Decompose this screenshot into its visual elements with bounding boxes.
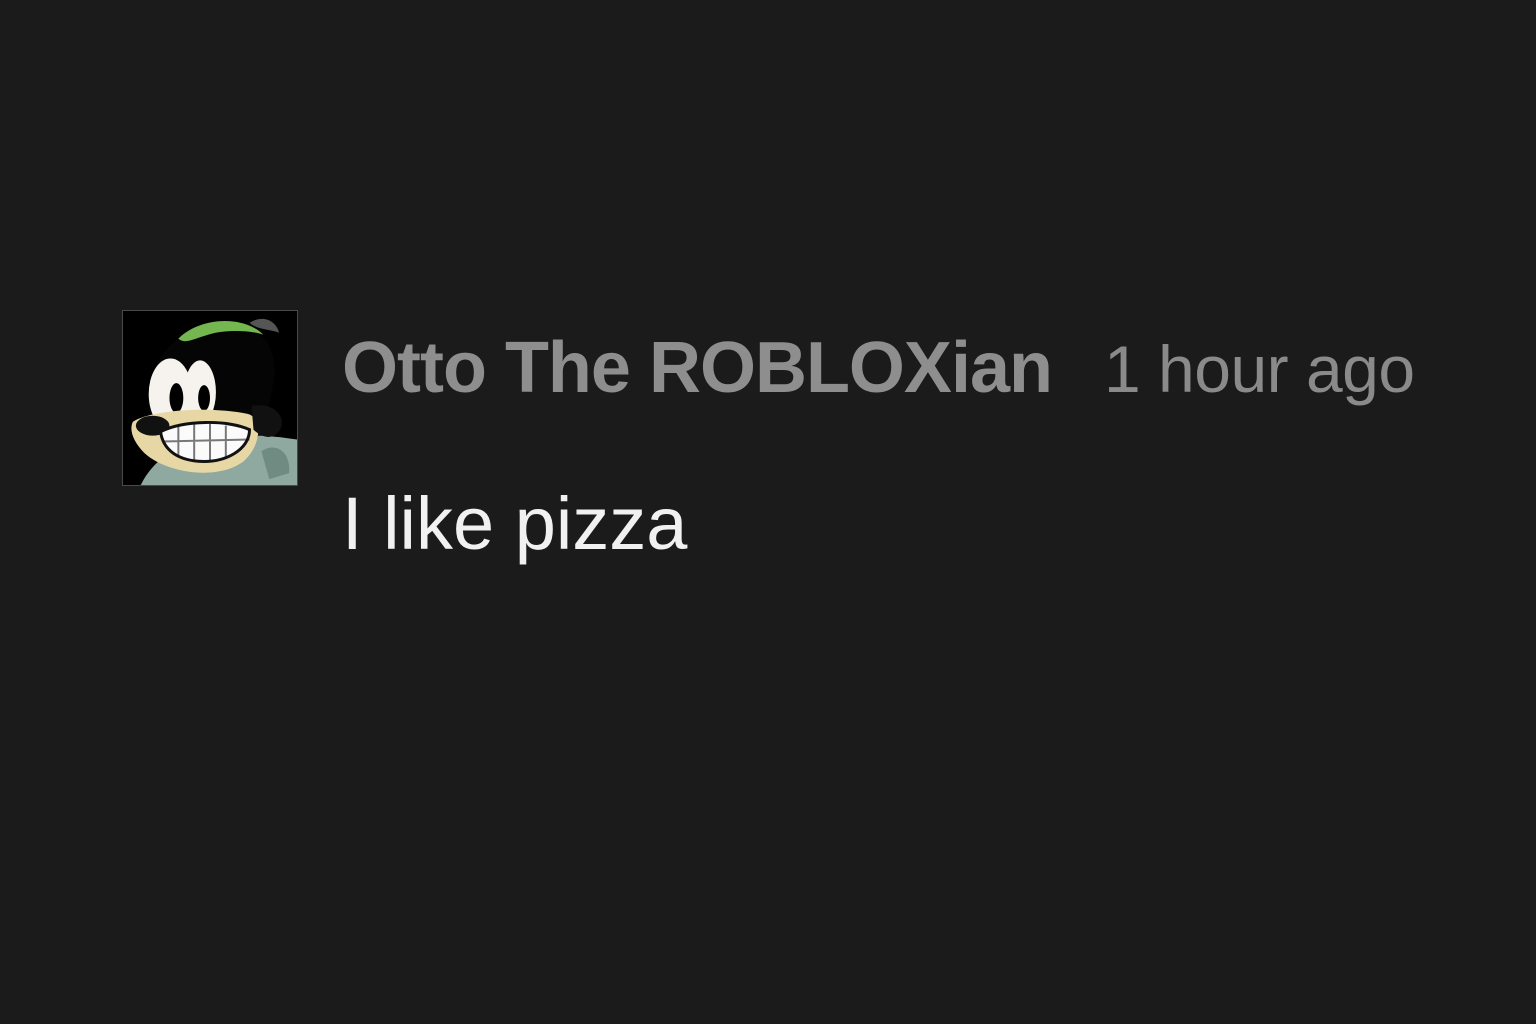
avatar[interactable] — [122, 310, 298, 486]
comment-author[interactable]: Otto The ROBLOXian — [342, 328, 1053, 408]
comment-timestamp: 1 hour ago — [1103, 332, 1415, 406]
cartoon-character-avatar-icon — [123, 311, 297, 485]
comment-text: I like pizza — [342, 482, 688, 565]
comment: Otto The ROBLOXian 1 hour ago I like pizz… — [122, 310, 1502, 590]
comment-meta: Otto The ROBLOXian 1 hour ago — [342, 328, 1415, 409]
